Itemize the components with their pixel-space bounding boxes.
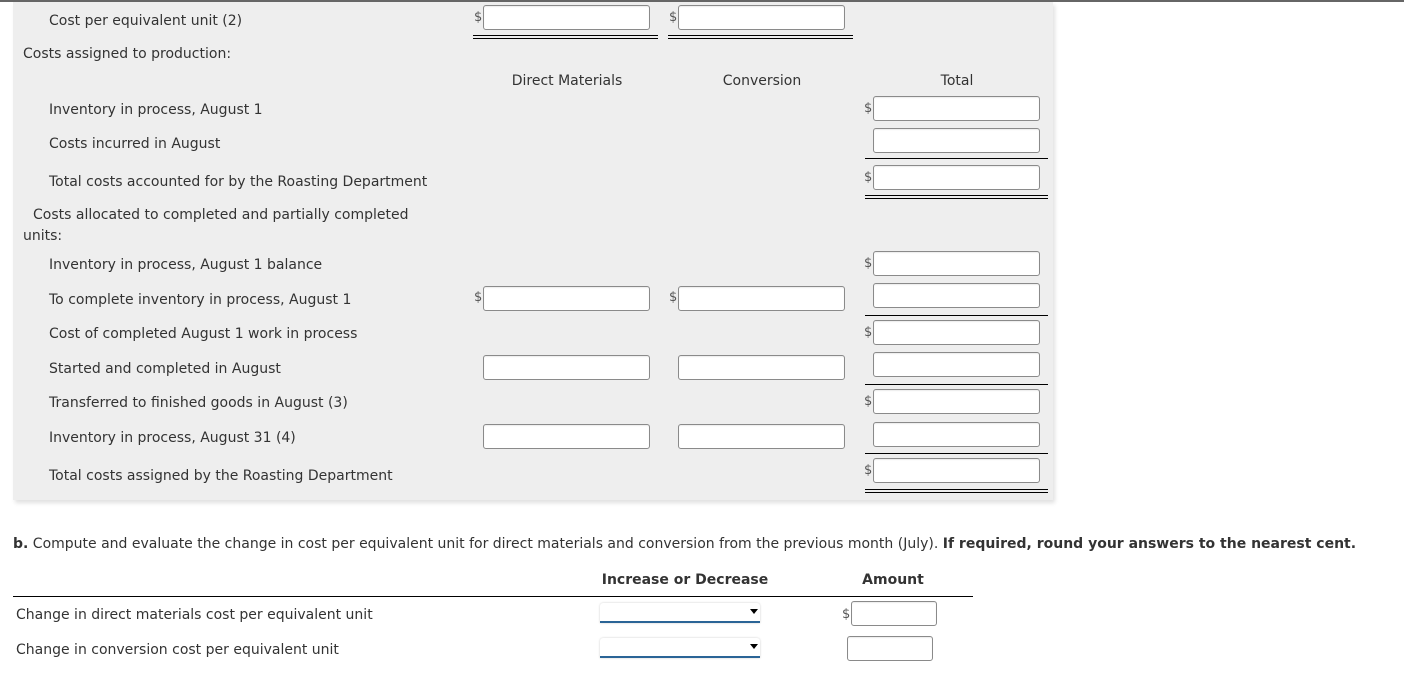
- costs-assigned-heading: Costs assigned to production:: [23, 46, 232, 62]
- started-completed-dm-input[interactable]: [483, 355, 650, 380]
- dollar-sign: $: [669, 290, 678, 305]
- column-header-increase-decrease: Increase or Decrease: [601, 572, 769, 588]
- inventory-aug1-balance-total-input[interactable]: [873, 251, 1040, 276]
- row-label-costs-incurred: Costs incurred in August: [49, 136, 221, 152]
- underline: [865, 158, 1048, 159]
- part-b-question: Compute and evaluate the change in cost …: [32, 536, 939, 552]
- total-accounted-input[interactable]: [873, 165, 1040, 190]
- row-label-cost-completed: Cost of completed August 1 work in proce…: [49, 326, 358, 342]
- dollar-sign: $: [864, 325, 873, 340]
- allocated-heading-line1: Costs allocated to completed and partial…: [33, 207, 409, 223]
- row-label-transferred: Transferred to finished goods in August …: [49, 395, 348, 411]
- cost-per-eu-dm-input[interactable]: [483, 5, 650, 30]
- column-header-amount: Amount: [862, 572, 924, 588]
- row-label-change-conversion: Change in conversion cost per equivalent…: [16, 642, 339, 658]
- costs-incurred-total-input[interactable]: [873, 128, 1040, 153]
- part-b-prefix: b.: [13, 536, 29, 552]
- dollar-sign: $: [864, 463, 873, 478]
- dollar-sign: $: [842, 607, 851, 622]
- double-underline: [668, 35, 853, 39]
- dollar-sign: $: [864, 394, 873, 409]
- allocated-heading-line2: units:: [23, 228, 63, 244]
- increase-decrease-select-conversion[interactable]: [600, 638, 760, 658]
- underline: [865, 315, 1048, 316]
- dollar-sign: $: [864, 170, 873, 185]
- dollar-sign: $: [864, 101, 873, 116]
- dollar-sign: $: [669, 10, 678, 25]
- row-label-inventory-aug31: Inventory in process, August 31 (4): [49, 430, 296, 446]
- part-b-prompt: b. Compute and evaluate the change in co…: [13, 536, 1356, 552]
- dollar-sign: $: [474, 290, 483, 305]
- to-complete-dm-input[interactable]: [483, 286, 650, 311]
- inventory-aug1-total-input[interactable]: [873, 96, 1040, 121]
- transferred-total-input[interactable]: [873, 389, 1040, 414]
- to-complete-total-input[interactable]: [873, 283, 1040, 308]
- column-header-direct-materials: Direct Materials: [511, 73, 623, 89]
- underline: [865, 453, 1048, 454]
- cost-completed-total-input[interactable]: [873, 320, 1040, 345]
- double-underline: [865, 489, 1048, 493]
- started-completed-conversion-input[interactable]: [678, 355, 845, 380]
- inventory-aug31-conversion-input[interactable]: [678, 424, 845, 449]
- dropdown-caret-icon: [750, 609, 758, 614]
- inventory-aug31-dm-input[interactable]: [483, 424, 650, 449]
- row-label-started-completed: Started and completed in August: [49, 361, 281, 377]
- increase-decrease-select-dm[interactable]: [600, 603, 760, 623]
- double-underline: [865, 195, 1048, 199]
- row-label-total-accounted: Total costs accounted for by the Roastin…: [49, 174, 428, 190]
- total-assigned-input[interactable]: [873, 458, 1040, 483]
- dropdown-caret-icon: [750, 644, 758, 649]
- row-label-total-assigned: Total costs assigned by the Roasting Dep…: [49, 468, 393, 484]
- dollar-sign: $: [474, 10, 483, 25]
- cost-per-eu-conversion-input[interactable]: [678, 5, 845, 30]
- dollar-sign: $: [864, 256, 873, 271]
- change-dm-amount-input[interactable]: [851, 601, 937, 626]
- part-b-instruction: If required, round your answers to the n…: [942, 536, 1357, 552]
- underline: [865, 384, 1048, 385]
- row-label-change-dm: Change in direct materials cost per equi…: [16, 607, 373, 623]
- cost-per-equivalent-unit-label: Cost per equivalent unit (2): [49, 13, 243, 29]
- column-header-total: Total: [940, 73, 974, 89]
- change-conversion-amount-input[interactable]: [847, 636, 933, 661]
- started-completed-total-input[interactable]: [873, 352, 1040, 377]
- double-underline: [473, 35, 658, 39]
- header-rule: [13, 596, 973, 597]
- row-label-to-complete: To complete inventory in process, August…: [49, 292, 352, 308]
- row-label-inventory-aug1-balance: Inventory in process, August 1 balance: [49, 257, 323, 273]
- inventory-aug31-total-input[interactable]: [873, 422, 1040, 447]
- to-complete-conversion-input[interactable]: [678, 286, 845, 311]
- row-label-inventory-aug1: Inventory in process, August 1: [49, 102, 263, 118]
- column-header-conversion: Conversion: [722, 73, 802, 89]
